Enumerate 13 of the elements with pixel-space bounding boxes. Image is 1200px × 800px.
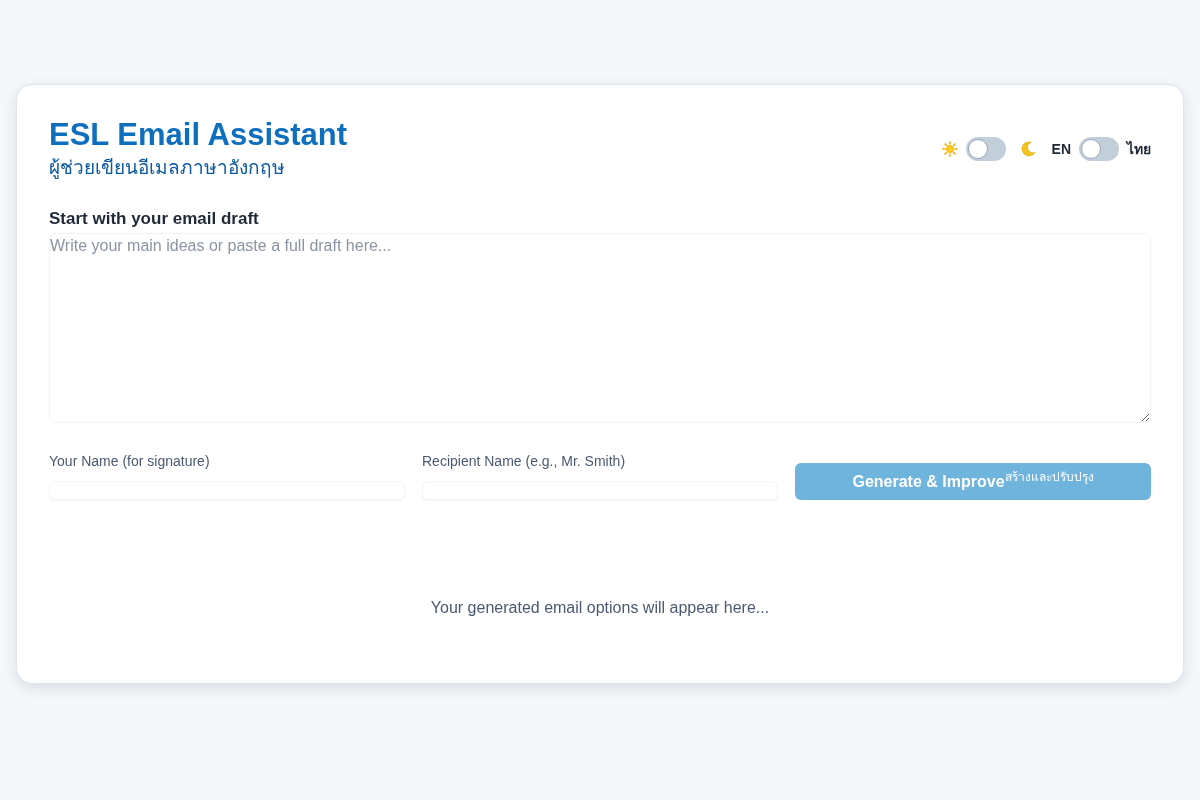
draft-textarea[interactable]: Write your main ideas or paste a full draft here...: [49, 233, 1151, 423]
draft-label: Start with your email draft: [49, 208, 260, 230]
toggle-switch[interactable]: [1079, 137, 1119, 161]
language-label: EN: [1051, 139, 1071, 159]
app-subtitle: ผู้ช่วยเขียนอีเมลภาษาอังกฤษ: [49, 156, 286, 181]
app-title: ESL Email Assistant: [49, 116, 348, 154]
crescent-moon-icon: [1019, 141, 1036, 157]
toggle-switch[interactable]: [965, 137, 1006, 161]
field-label: Recipient Name (e.g., Mr. Smith): [422, 452, 627, 471]
field-label: Your Name (for signature): [49, 452, 211, 471]
language-label: ไทย: [1127, 139, 1151, 159]
sun-icon: [941, 141, 958, 157]
empty-results-message: Your generated email options will appear here...: [430, 598, 770, 618]
